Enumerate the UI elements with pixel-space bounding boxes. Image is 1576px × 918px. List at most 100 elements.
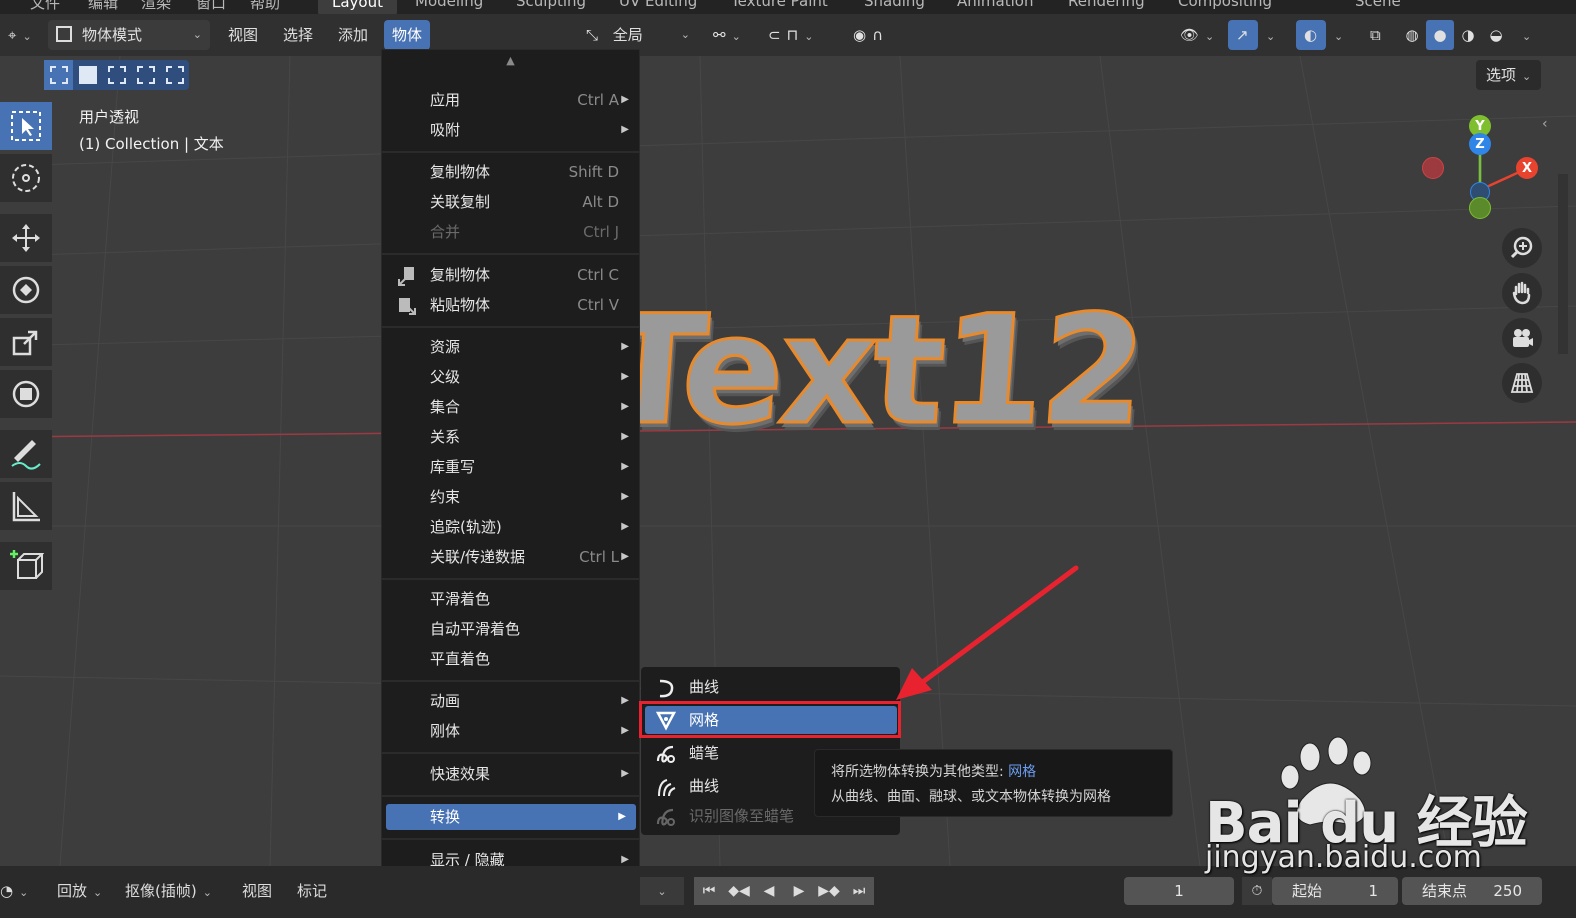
tab-texture-paint[interactable]: Texture Paint [731,0,828,10]
editor-type-button[interactable]: ⌖ ⌄ [0,20,40,50]
tab-rendering[interactable]: Rendering [1068,0,1145,10]
menu-add[interactable]: 添加 [330,20,376,50]
submenu-arrow-icon: ▶ [621,401,629,412]
gizmo-x[interactable]: X [1516,157,1538,179]
playback-menu[interactable]: 回放 ⌄ [57,877,102,905]
material-shading-icon[interactable]: ◑ [1454,20,1482,50]
gizmo-icon: ↗ [1236,26,1249,44]
proportional-editing-button[interactable]: ◉ ∩ [845,20,915,50]
curve-icon [659,679,674,698]
menu-item-duplicate-linked[interactable]: 关联复制 Alt D [382,187,639,217]
menu-item-library-override[interactable]: 库重写 ▶ [382,452,639,482]
scene-selector[interactable]: Scene [1355,0,1401,10]
menu-help[interactable]: 帮助 [250,0,280,13]
menu-render[interactable]: 渲染 [141,0,171,13]
menu-item-track[interactable]: 追踪(轨迹) ▶ [382,512,639,542]
pan-button[interactable] [1502,273,1542,313]
chevron-down-icon: ⌄ [1522,30,1532,43]
menu-item-paste-objects[interactable]: 粘贴物体 Ctrl V [382,290,639,320]
gizmo-z[interactable]: Z [1469,133,1491,155]
menu-window[interactable]: 窗口 [196,0,226,13]
xray-toggle[interactable]: ⧉ [1362,20,1390,50]
menu-item-asset[interactable]: 资源 ▶ [382,332,639,362]
shading-dropdown[interactable]: ⌄ [1514,20,1540,50]
snapping-button[interactable]: ⊂ ⊓ ⌄ [760,20,836,50]
menu-item-copy-objects[interactable]: 复制物体 Ctrl C [382,260,639,290]
menu-item-constraint[interactable]: 约束 ▶ [382,482,639,512]
mode-label: 物体模式 [82,26,143,44]
tab-layout[interactable]: Layout [318,0,397,14]
menu-item-animation[interactable]: 动画 ▶ [382,686,639,716]
menu-item-collection[interactable]: 集合 ▶ [382,392,639,422]
curves-icon [658,779,676,797]
shading-mode-group: ◍ ● ◑ ◒ [1398,20,1514,50]
menu-item-duplicate[interactable]: 复制物体 Shift D [382,157,639,187]
tab-sculpting[interactable]: Sculpting [516,0,586,10]
keyframe-type-dropdown[interactable]: ⌄ [640,877,684,905]
submenu-arrow-icon: ▶ [621,124,629,135]
prev-keyframe-icon: ◆◀ [728,883,750,899]
menu-select[interactable]: 选择 [275,20,321,50]
menu-file[interactable]: 文件 [30,0,60,13]
gizmo-neg-y[interactable] [1469,197,1491,219]
zoom-button[interactable] [1502,228,1542,268]
sidebar-toggle-icon[interactable]: ‹ [1542,116,1548,132]
wireframe-shading-icon[interactable]: ◍ [1398,20,1426,50]
zoom-icon [1510,236,1533,259]
jump-start-button[interactable]: ⏮ [694,877,724,905]
menu-item-join[interactable]: 合并 Ctrl J [382,217,639,247]
chevron-down-icon: ⌄ [202,886,212,899]
keying-menu[interactable]: 抠像(插帧) ⌄ [125,877,212,905]
perspective-toggle-button[interactable] [1502,363,1542,403]
eye-icon: 👁 [1180,26,1200,44]
overlay-icon: ◐ [1304,26,1318,44]
next-keyframe-button[interactable]: ▶◆ [814,877,844,905]
menu-view[interactable]: 视图 [220,20,266,50]
marker-menu[interactable]: 标记 [297,877,327,905]
menu-item-apply[interactable]: 应用 Ctrl A ▶ [382,85,639,115]
tab-compositing[interactable]: Compositing [1178,0,1272,10]
menu-item-link-transfer-data[interactable]: 关联/传递数据 Ctrl L ▶ [382,542,639,572]
submenu-item-curve[interactable]: 曲线 [641,672,900,702]
menu-item-rigid-body[interactable]: 刚体 ▶ [382,716,639,746]
menu-edit[interactable]: 编辑 [88,0,118,13]
prev-keyframe-button[interactable]: ◆◀ [724,877,754,905]
menu-item-shade-flat[interactable]: 平直着色 [382,644,639,674]
menu-item-snap[interactable]: 吸附 ▶ [382,115,639,145]
menu-separator [382,578,639,580]
jump-end-button[interactable]: ⏭ [844,877,874,905]
menu-item-parent[interactable]: 父级 ▶ [382,362,639,392]
tab-uv-editing[interactable]: UV Editing [619,0,697,10]
rendered-shading-icon[interactable]: ◒ [1482,20,1510,50]
gizmo-toggle[interactable]: ↗ [1228,20,1258,50]
transform-orientation-selector[interactable]: ⤡ 全局 ⌄ [578,20,696,50]
solid-shading-icon[interactable]: ● [1426,20,1454,50]
pivot-point-button[interactable]: ⚯ ⌄ [705,20,751,50]
menu-item-relations[interactable]: 关系 ▶ [382,422,639,452]
proportional-icon: ◉ [853,26,867,44]
tab-shading[interactable]: Shading [864,0,925,10]
play-reverse-button[interactable]: ◀ [754,877,784,905]
play-button[interactable]: ▶ [784,877,814,905]
timeline-view-menu[interactable]: 视图 [242,877,272,905]
tab-animation[interactable]: Animation [957,0,1033,10]
menu-item-shade-auto-smooth[interactable]: 自动平滑着色 [382,614,639,644]
menu-item-shade-smooth[interactable]: 平滑着色 [382,584,639,614]
orientation-label: 全局 [612,26,643,44]
gizmo-neg-x[interactable] [1422,157,1444,179]
viewport-header: ⌖ ⌄ 物体模式 ⌄ 视图 选择 添加 物体 ⤡ 全局 ⌄ ⚯ ⌄ ⊂ ⊓ ⌄ ◉ ∩ 👁 ⌄ … [0,14,1576,56]
menu-item-quick-effects[interactable]: 快速效果 ▶ [382,759,639,789]
menu-object[interactable]: 物体 [384,20,431,50]
gizmo-dropdown[interactable]: ⌄ [1258,20,1284,50]
menu-item-convert[interactable]: 转换 ▶ [386,804,636,830]
overlay-dropdown[interactable]: ⌄ [1326,20,1352,50]
editor-type-button[interactable]: ◔ ⌄ [0,877,40,905]
tab-modeling[interactable]: Modeling [415,0,483,10]
mode-selector[interactable]: 物体模式 ⌄ [48,20,210,50]
menu-separator [382,151,639,153]
camera-view-button[interactable] [1502,318,1542,358]
visibility-button[interactable]: 👁 ⌄ [1172,20,1218,50]
overlay-toggle[interactable]: ◐ [1296,20,1326,50]
scroll-up-icon[interactable]: ▲ [382,54,639,67]
region-scrollbar[interactable] [1558,174,1568,354]
